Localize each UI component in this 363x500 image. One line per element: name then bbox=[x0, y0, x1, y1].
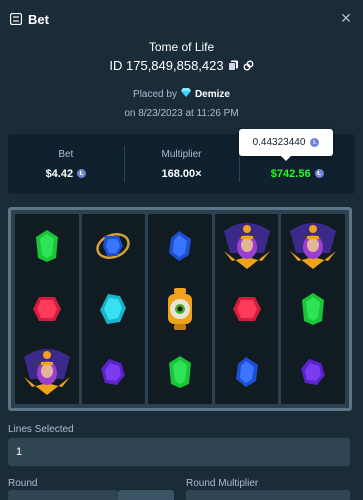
modal-title: Bet bbox=[28, 11, 49, 27]
crypto-amount-tooltip: 0.44323440 Ł bbox=[239, 129, 333, 161]
reel-4 bbox=[214, 214, 279, 404]
copy-icon[interactable] bbox=[227, 60, 239, 71]
eye-relic-icon bbox=[155, 279, 205, 339]
username-link[interactable]: Demize bbox=[195, 89, 230, 100]
blue-gem-icon bbox=[155, 216, 205, 276]
reel-3 bbox=[148, 214, 212, 404]
teal-gem-icon bbox=[88, 279, 138, 339]
bet-value: $4.42 Ł bbox=[46, 168, 87, 180]
reel-1 bbox=[15, 214, 79, 404]
green-gem-icon bbox=[22, 216, 72, 276]
round-field[interactable] bbox=[8, 490, 118, 500]
round-stepper[interactable] bbox=[118, 490, 174, 500]
lines-selected-value: 1 bbox=[16, 446, 23, 458]
multiplier-value: 168.00× bbox=[161, 167, 202, 180]
diamond-icon bbox=[180, 88, 191, 100]
close-icon[interactable]: ✕ bbox=[339, 10, 353, 26]
modal-header: Bet ✕ bbox=[0, 0, 363, 38]
game-title[interactable]: Tome of Life bbox=[0, 40, 363, 54]
reel-2 bbox=[81, 214, 146, 404]
skull-pharaoh-icon bbox=[222, 216, 272, 276]
skull-pharaoh-icon bbox=[288, 216, 338, 276]
bet-id-row: ID 175,849,858,423 bbox=[0, 58, 363, 73]
red-gem-icon bbox=[222, 279, 272, 339]
tooltip-value: 0.44323440 bbox=[252, 137, 306, 148]
blue-gem-icon bbox=[222, 342, 272, 402]
bet-label: Bet bbox=[58, 148, 74, 160]
litecoin-icon: Ł bbox=[314, 169, 324, 178]
placed-by-row: Placed by Demize bbox=[0, 88, 363, 100]
green-gem-icon bbox=[288, 279, 338, 339]
litecoin-icon: Ł bbox=[77, 169, 87, 178]
payout-value[interactable]: $742.56 Ł bbox=[271, 168, 324, 180]
round-label: Round bbox=[8, 478, 38, 489]
bet-stat: Bet $4.42 Ł bbox=[8, 134, 124, 194]
green-gem-icon bbox=[155, 342, 205, 402]
purple-gem-icon bbox=[288, 342, 338, 402]
bet-id: ID 175,849,858,423 bbox=[109, 58, 224, 73]
round-multiplier-label: Round Multiplier bbox=[186, 478, 259, 489]
litecoin-icon: Ł bbox=[310, 138, 320, 147]
red-gem-icon bbox=[22, 279, 72, 339]
placed-by-label: Placed by bbox=[133, 88, 177, 100]
bet-slip-icon bbox=[10, 13, 22, 25]
link-icon[interactable] bbox=[243, 60, 254, 71]
slot-reels bbox=[8, 207, 352, 411]
round-multiplier-field[interactable] bbox=[186, 490, 350, 500]
multiplier-stat: Multiplier 168.00× bbox=[123, 134, 240, 194]
multiplier-label: Multiplier bbox=[161, 148, 202, 160]
placed-on-date: on 8/23/2023 at 11:26 PM bbox=[124, 108, 239, 119]
lines-selected-label: Lines Selected bbox=[8, 424, 74, 435]
skull-pharaoh-icon bbox=[22, 342, 72, 402]
lines-selected-field[interactable]: 1 bbox=[8, 438, 350, 466]
reel-5 bbox=[281, 214, 345, 404]
purple-gem-icon bbox=[88, 342, 138, 402]
blue-ring-gem-icon bbox=[88, 216, 138, 276]
